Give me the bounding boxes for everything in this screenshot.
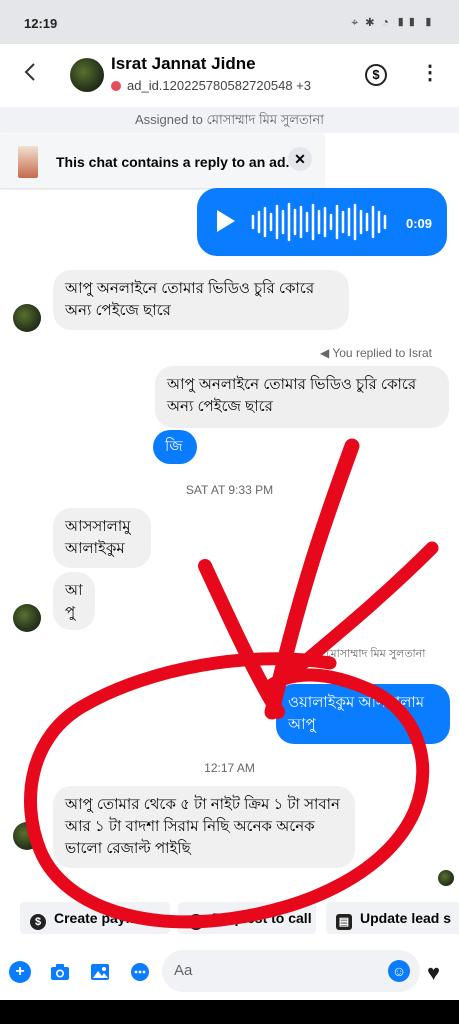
ad-reply-banner: This chat contains a reply to an ad. ✕ — [0, 134, 324, 188]
create-payment-button[interactable]: $ Create payment — [20, 902, 170, 934]
timestamp: SAT AT 9:33 PM — [185, 483, 274, 497]
back-arrow-icon[interactable] — [18, 62, 42, 88]
contact-name[interactable]: Israt Jannat Jidne — [111, 54, 256, 74]
status-dot-icon — [111, 81, 121, 91]
incoming-message[interactable]: আপু অনলাইনে তোমার ভিডিও চুরি কোরে অন্য প… — [53, 270, 349, 330]
reply-arrow-icon: ◀ — [320, 346, 333, 360]
incoming-message[interactable]: আ পু — [53, 572, 95, 630]
update-lead-button[interactable]: ▤ Update lead s — [326, 902, 459, 934]
incoming-message[interactable]: আপু তোমার থেকে ৫ টা নাইট ক্রিম ১ টা সাবা… — [53, 786, 355, 868]
voice-message[interactable]: 0:09 — [197, 188, 447, 256]
chat-bubble-icon[interactable] — [129, 961, 151, 983]
status-bar: 12:19 ⌖ ✱ ◔ ▮▮ ▮ — [0, 0, 459, 44]
gallery-icon[interactable] — [89, 961, 111, 983]
replied-text: You replied to Israt — [332, 346, 432, 360]
assigned-bar: Assigned to মোসাম্মাদ মিম সুলতানা — [0, 107, 459, 133]
system-nav-bar — [0, 1000, 459, 1024]
heart-icon[interactable]: ♥ — [427, 960, 440, 986]
sender-avatar[interactable] — [13, 304, 41, 332]
message-input[interactable]: Aa ☺ — [162, 950, 420, 992]
replied-label: ◀ You replied to Israt — [320, 346, 432, 360]
status-icons: ⌖ ✱ ◔ ▮▮ ▮ — [351, 15, 435, 29]
create-payment-label: Create payment — [54, 910, 160, 926]
ad-banner-text: This chat contains a reply to an ad. — [56, 154, 290, 170]
dollar-icon: $ — [30, 914, 46, 930]
voice-duration: 0:09 — [406, 216, 433, 231]
request-to-call-label: Request to call — [212, 910, 312, 926]
sender-label: মোসাম্মাদ মিম সুলতানা — [326, 648, 426, 660]
request-to-call-button[interactable]: ☎ Request to call — [178, 902, 316, 934]
seen-avatar — [438, 870, 454, 886]
ad-id-text: ad_id.120225780582720548 +3 — [127, 78, 311, 93]
ad-id-label: ad_id.120225780582720548 +3 — [111, 78, 311, 93]
composer-bar: + Aa ☺ ♥ — [0, 944, 459, 1000]
phone-icon: ☎ — [188, 914, 204, 930]
outgoing-message[interactable]: জি — [153, 430, 197, 464]
outgoing-message[interactable]: ওয়ালাইকুম আসসালাম আপু — [276, 684, 450, 744]
plus-icon[interactable]: + — [9, 961, 31, 983]
quoted-message[interactable]: আপু অনলাইনে তোমার ভিডিও চুরি কোরে অন্য প… — [155, 366, 449, 428]
sender-avatar[interactable] — [13, 822, 41, 850]
sender-avatar[interactable] — [13, 604, 41, 632]
message-placeholder: Aa — [174, 962, 193, 979]
id-card-icon: ▤ — [336, 914, 352, 930]
contact-avatar[interactable] — [70, 58, 104, 92]
update-lead-label: Update lead s — [360, 910, 452, 926]
chat-header: Israt Jannat Jidne ad_id.120225780582720… — [0, 44, 459, 106]
emoji-icon[interactable]: ☺ — [388, 960, 410, 982]
timestamp: 12:17 AM — [204, 761, 255, 775]
payment-icon[interactable]: $ — [365, 64, 387, 86]
ad-thumbnail — [18, 146, 38, 178]
play-icon[interactable] — [217, 210, 235, 232]
camera-icon[interactable] — [49, 961, 71, 983]
incoming-message[interactable]: আসসালামু আলাইকুম — [53, 508, 151, 568]
status-time: 12:19 — [24, 16, 58, 31]
more-options-icon[interactable]: ⋮ — [420, 60, 440, 85]
close-icon[interactable]: ✕ — [288, 147, 312, 171]
